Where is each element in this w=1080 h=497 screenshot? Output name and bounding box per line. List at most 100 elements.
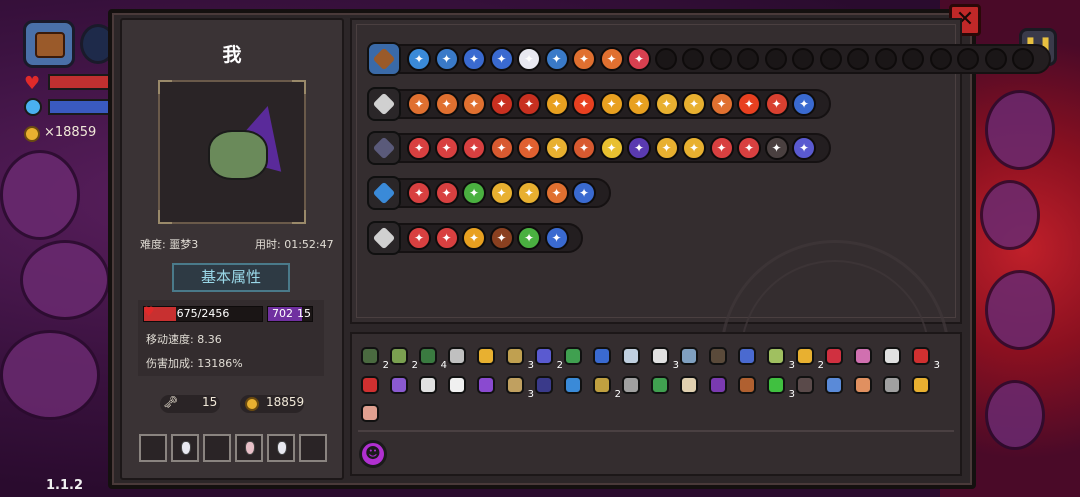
key-icon[interactable] [620,345,642,367]
skill-icon[interactable]: ✦ [627,92,651,116]
teeth-icon[interactable]: 3 [649,345,679,371]
skill-icon[interactable]: ✦ [434,92,459,116]
basic-attributes-button[interactable]: 基本属性 [172,263,290,292]
skill-icon[interactable]: ✦ [407,47,431,71]
skill-icon[interactable]: ✦ [737,92,761,116]
gem-icon[interactable] [388,374,410,396]
empty-skill-slot[interactable] [819,48,842,70]
skill-icon[interactable]: ✦ [544,136,569,160]
hat2-icon[interactable] [707,374,729,396]
meat-icon[interactable] [359,402,381,424]
skill-icon[interactable]: ✦ [682,136,706,160]
bone-icon[interactable] [678,374,700,396]
bottle-icon[interactable] [881,374,903,396]
skill-icon[interactable]: ✦ [489,136,514,160]
cage-icon[interactable] [620,374,642,396]
bird-icon[interactable] [475,345,497,367]
skill-icon[interactable]: ✦ [544,47,569,71]
skill-icon[interactable]: ✦ [462,47,486,71]
empty-skill-slot[interactable] [709,48,732,70]
dagger-icon[interactable] [417,374,439,396]
empty-skill-slot[interactable] [1012,48,1034,70]
skill-icon[interactable]: ✦ [544,181,569,205]
skill-icon[interactable]: ✦ [654,92,679,116]
skill-icon[interactable]: ✦ [517,47,541,71]
skill-icon[interactable]: ✦ [599,136,624,160]
hat-icon[interactable] [562,345,584,367]
skill-icon[interactable]: ✦ [764,136,789,160]
consumable-slot[interactable] [139,434,167,462]
skill-icon[interactable]: ✦ [572,47,596,71]
empty-skill-slot[interactable] [792,48,814,70]
beast-icon[interactable] [707,345,729,367]
worm-icon[interactable] [823,345,845,367]
brain-icon[interactable] [852,345,874,367]
glasses-icon[interactable] [446,345,468,367]
cloth-icon[interactable]: 4 [417,345,447,371]
skill-icon[interactable]: ✦ [434,226,459,250]
cheese-icon[interactable]: 2 [794,345,824,371]
skill-icon[interactable]: ✦ [654,136,679,160]
feather-icon[interactable] [446,374,468,396]
ghost-icon[interactable] [649,374,671,396]
skill-icon[interactable]: ✦ [682,92,706,116]
spellbook-weapon-icon[interactable] [367,131,401,165]
staff-weapon-icon[interactable] [367,176,401,210]
card-icon[interactable] [910,374,932,396]
pickaxe-icon[interactable]: 3 [504,374,534,400]
consumable-slot[interactable] [299,434,327,462]
skill-icon[interactable]: ✦ [462,226,486,250]
devil-icon[interactable] [359,374,381,396]
skill-icon[interactable]: ✦ [709,92,734,116]
skill-icon[interactable]: ✦ [489,226,514,250]
skill-icon[interactable]: ✦ [489,92,514,116]
empty-skill-slot[interactable] [737,48,759,70]
consumable-slot[interactable] [267,434,295,462]
empty-skill-slot[interactable] [764,48,787,70]
skill-icon[interactable]: ✦ [407,92,431,116]
skull-icon[interactable]: 2 [359,345,389,371]
magnifier-icon[interactable] [562,374,584,396]
empty-skill-slot[interactable] [929,48,952,70]
crystal-icon[interactable] [823,374,845,396]
skill-icon[interactable]: ✦ [572,136,596,160]
skill-icon[interactable]: ✦ [434,136,459,160]
skill-icon[interactable]: ✦ [489,181,514,205]
empty-skill-slot[interactable] [957,48,979,70]
morningstar-weapon-icon[interactable] [367,87,401,121]
teapot-icon[interactable] [591,345,613,367]
consumable-slot[interactable] [203,434,231,462]
empty-skill-slot[interactable] [902,48,924,70]
wizard-hat-icon[interactable] [533,374,555,396]
skill-icon[interactable]: ✦ [572,181,596,205]
planet-icon[interactable]: 2 [533,345,563,371]
barrel-icon[interactable] [736,374,758,396]
skill-icon[interactable]: ✦ [517,92,541,116]
skill-icon[interactable]: ✦ [489,47,514,71]
consumable-slot[interactable] [235,434,263,462]
empty-skill-slot[interactable] [874,48,897,70]
boot-icon[interactable] [475,374,497,396]
empty-skill-slot[interactable] [847,48,869,70]
skill-icon[interactable]: ✦ [544,226,569,250]
skill-icon[interactable]: ✦ [544,92,569,116]
skill-icon[interactable]: ✦ [517,136,541,160]
sword-weapon-icon[interactable] [367,221,401,255]
fly-icon[interactable]: 2 [388,345,418,371]
consumable-slot[interactable] [171,434,199,462]
lantern-icon[interactable]: 3 [504,345,534,371]
skill-icon[interactable]: ✦ [792,92,816,116]
empty-skill-slot[interactable] [682,48,704,70]
empty-skill-slot[interactable] [984,48,1007,70]
skill-icon[interactable]: ✦ [434,47,459,71]
swirl-icon[interactable] [881,345,903,367]
skill-icon[interactable]: ✦ [737,136,761,160]
skill-icon[interactable]: ✦ [462,136,486,160]
horn-icon[interactable]: 2 [591,374,621,400]
skill-icon[interactable]: ✦ [407,226,431,250]
skill-icon[interactable]: ✦ [407,136,431,160]
skill-icon[interactable]: ✦ [462,181,486,205]
scroll-icon[interactable]: 3 [765,345,795,371]
emote-button[interactable]: ☻ [359,440,387,468]
skill-icon[interactable]: ✦ [764,92,789,116]
